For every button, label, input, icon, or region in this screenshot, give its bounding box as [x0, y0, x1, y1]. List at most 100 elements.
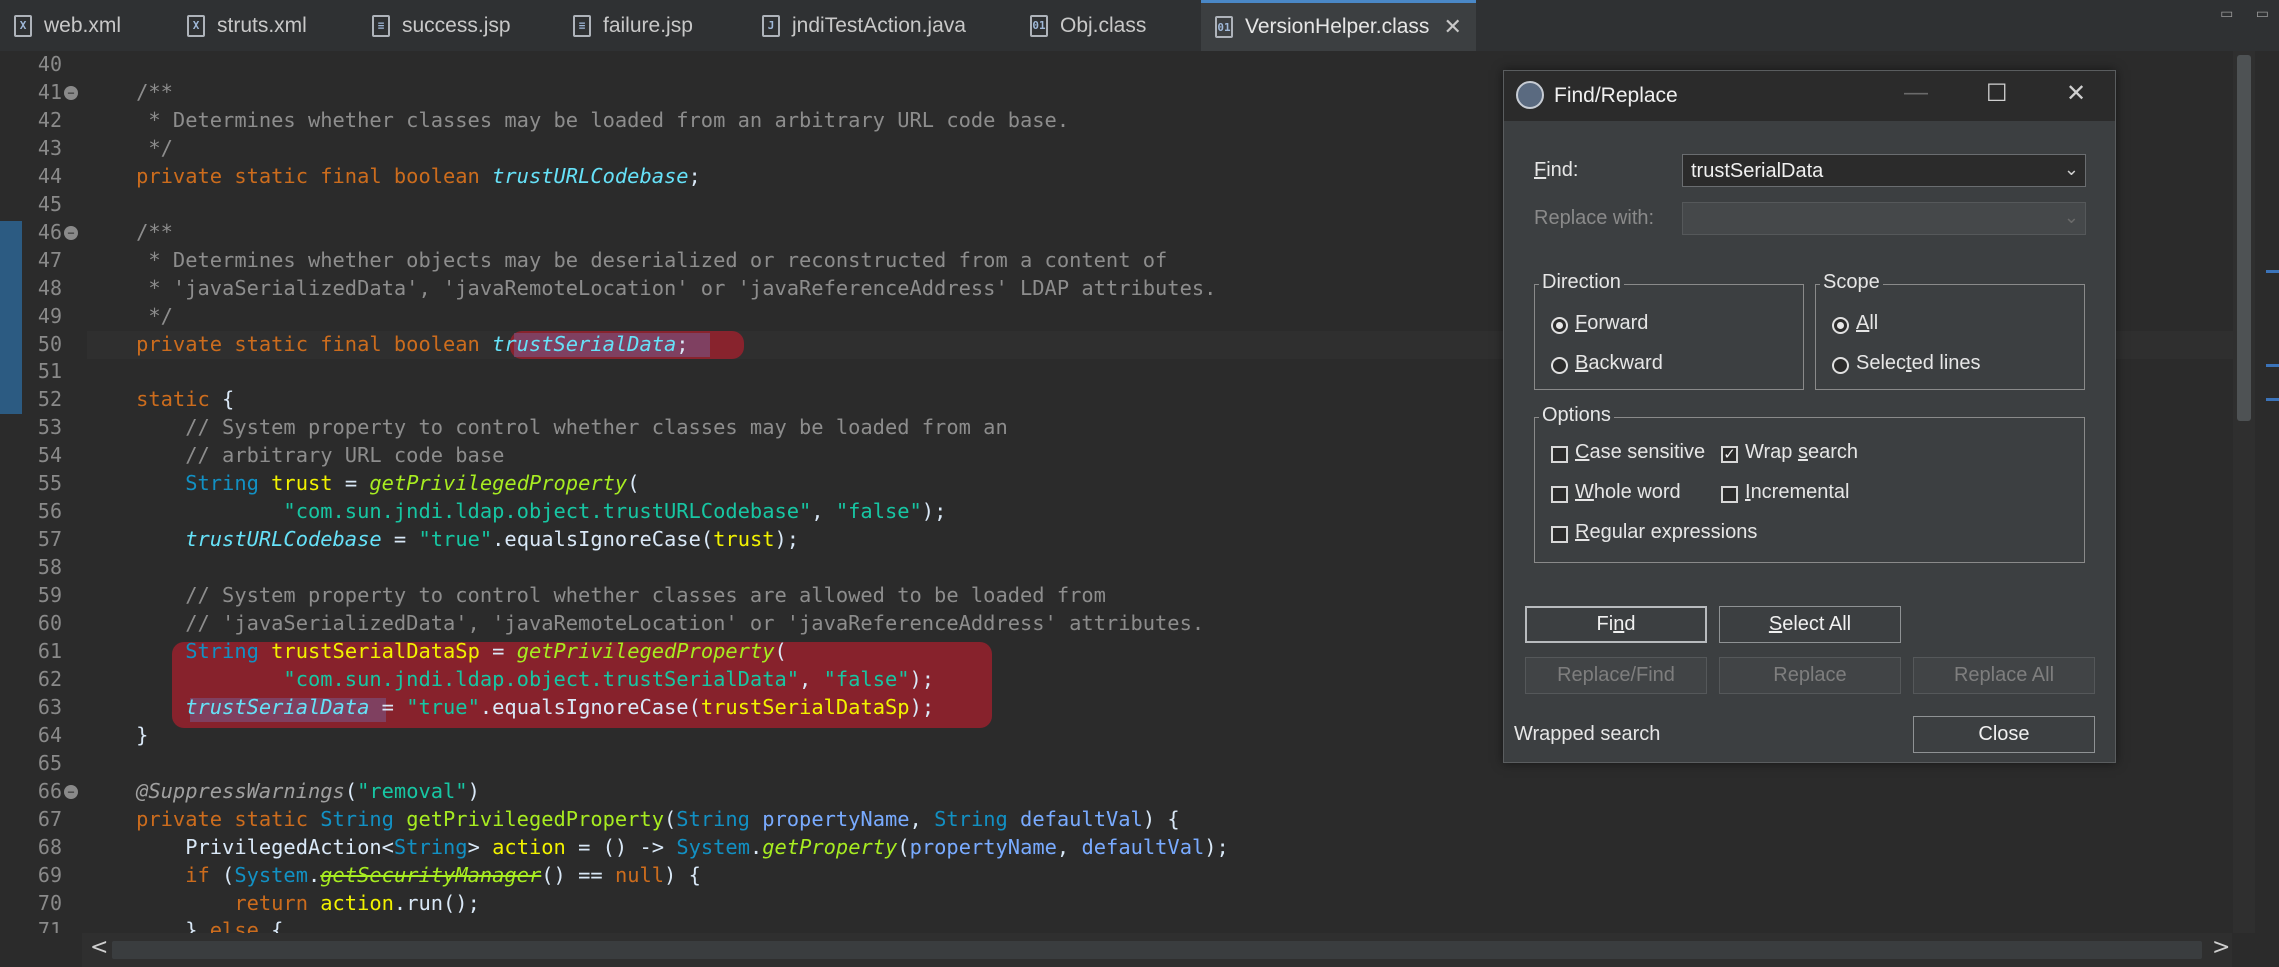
overview-marker [2266, 364, 2279, 367]
minimize-icon[interactable]: — [1904, 79, 1928, 107]
backward-label[interactable]: Backward [1575, 352, 1663, 375]
line-number: 47 [37, 248, 62, 272]
code-token: */ [87, 136, 173, 160]
code-token: String [934, 807, 1021, 831]
code-line: // System property to control whether cl… [87, 415, 1008, 439]
code-token: defaultVal [1081, 835, 1205, 859]
fold-toggle-icon[interactable]: − [64, 785, 78, 799]
whole-word-checkbox[interactable] [1551, 486, 1568, 503]
code-token: System [234, 863, 308, 887]
replace-find-button[interactable]: Replace/Find [1525, 657, 1707, 694]
replace-input[interactable]: ⌄ [1682, 202, 2086, 235]
vertical-scroll-thumb[interactable] [2237, 55, 2251, 421]
case-sensitive-checkbox[interactable] [1551, 446, 1568, 463]
incremental-label[interactable]: Incremental [1745, 481, 1850, 504]
code-token: } [87, 723, 149, 747]
horizontal-scroll-thumb[interactable] [112, 941, 2202, 959]
code-line: trustURLCodebase = "true".equalsIgnoreCa… [87, 527, 799, 551]
code-line: /** [87, 80, 173, 104]
code-token: trustSerialData [492, 332, 677, 356]
find-input[interactable]: trustSerialData ⌄ [1682, 154, 2086, 187]
code-token: "removal" [357, 779, 468, 803]
select-all-button[interactable]: Select All [1719, 606, 1901, 643]
regular-expressions-checkbox[interactable] [1551, 526, 1568, 543]
forward-radio[interactable] [1551, 317, 1568, 334]
code-token: ( [627, 471, 640, 495]
tab-obj-class[interactable]: 01 Obj.class [1030, 0, 1146, 51]
tab-success-jsp[interactable]: ≡ success.jsp [372, 0, 511, 51]
close-tab-icon[interactable]: ✕ [1443, 14, 1461, 40]
whole-word-label[interactable]: Whole word [1575, 481, 1681, 504]
line-number: 71 [37, 918, 62, 933]
code-line: } else { [87, 918, 283, 933]
scope-all-label[interactable]: All [1856, 312, 1878, 335]
code-token: ) { [1142, 807, 1180, 831]
find-label: Find: [1534, 159, 1579, 181]
fold-toggle-icon[interactable]: − [64, 86, 78, 100]
code-token: . [308, 863, 321, 887]
code-token: , [909, 807, 935, 831]
code-token: @SuppressWarnings [87, 779, 345, 803]
close-button[interactable]: Close [1913, 716, 2095, 753]
direction-title: Direction [1539, 271, 1624, 294]
maximize-view-icon[interactable]: ▭ [2256, 6, 2269, 22]
line-number: 61 [37, 639, 62, 663]
line-number: 68 [37, 835, 62, 859]
scope-selected-lines-label[interactable]: Selected lines [1856, 352, 1981, 375]
code-token: .equalsIgnoreCase( [492, 527, 714, 551]
tab-label: web.xml [44, 13, 122, 37]
dialog-title-bar[interactable]: Find/Replace — ☐ ✕ [1504, 71, 2115, 121]
tab-jnditestaction-java[interactable]: JjndiTestAction.java [762, 0, 966, 51]
code-token: static [87, 387, 223, 411]
line-number: 42 [37, 108, 62, 132]
code-token: private static final boolean [87, 164, 493, 188]
line-number: 56 [37, 499, 62, 523]
scroll-left-icon[interactable]: < [90, 935, 108, 960]
code-line: // arbitrary URL code base [87, 443, 504, 467]
code-token: ); [909, 667, 935, 691]
code-line: String trustSerialDataSp = getPrivileged… [87, 639, 787, 663]
code-token: if [87, 863, 223, 887]
overview-ruler [2258, 51, 2279, 933]
scope-selected-lines-radio[interactable] [1832, 357, 1849, 374]
replace-all-button[interactable]: Replace All [1913, 657, 2095, 694]
chevron-down-icon[interactable]: ⌄ [2064, 207, 2079, 228]
fold-toggle-icon[interactable]: − [64, 226, 78, 240]
maximize-icon[interactable]: ☐ [1986, 79, 2008, 108]
code-token: return [87, 891, 321, 915]
case-sensitive-label[interactable]: Case sensitive [1575, 441, 1705, 464]
line-number: 57 [37, 527, 62, 551]
line-number: 58 [37, 555, 62, 579]
tab-label: Obj.class [1060, 13, 1147, 37]
find-button[interactable]: Find [1525, 606, 1707, 643]
code-line: * 'javaSerializedData', 'javaRemoteLocat… [87, 276, 1216, 300]
options-group: Options Case sensitive ✓ Wrap search Who… [1534, 404, 2085, 563]
find-input-value: trustSerialData [1691, 160, 1824, 182]
code-token: .run(); [393, 891, 480, 915]
tab-versionhelper-class[interactable]: 01 VersionHelper.class ✕ [1201, 0, 1476, 51]
forward-label[interactable]: Forward [1575, 312, 1648, 335]
tab-failure-jsp[interactable]: ≡ failure.jsp [573, 0, 693, 51]
scroll-right-icon[interactable]: > [2212, 935, 2230, 960]
code-token: trust [271, 471, 333, 495]
wrap-search-checkbox[interactable]: ✓ [1721, 446, 1738, 463]
code-token: ); [909, 695, 935, 719]
close-icon[interactable]: ✕ [2066, 79, 2086, 108]
incremental-checkbox[interactable] [1721, 486, 1738, 503]
line-number: 53 [37, 415, 62, 439]
chevron-down-icon[interactable]: ⌄ [2064, 159, 2079, 180]
overview-marker [2266, 270, 2279, 273]
scope-all-radio[interactable] [1832, 317, 1849, 334]
code-token: ( [897, 835, 910, 859]
line-number: 49 [37, 304, 62, 328]
code-token: * 'javaSerializedData', 'javaRemoteLocat… [87, 276, 1217, 300]
wrap-search-label[interactable]: Wrap search [1745, 441, 1858, 464]
code-token: } [87, 918, 210, 933]
tab-web-xml[interactable]: Xweb.xml [14, 0, 121, 51]
tab-label: failure.jsp [603, 13, 693, 37]
backward-radio[interactable] [1551, 357, 1568, 374]
tab-struts-xml[interactable]: Xstruts.xml [187, 0, 307, 51]
regular-expressions-label[interactable]: Regular expressions [1575, 521, 1757, 544]
minimize-view-icon[interactable]: ▭ [2220, 6, 2233, 22]
replace-button[interactable]: Replace [1719, 657, 1901, 694]
